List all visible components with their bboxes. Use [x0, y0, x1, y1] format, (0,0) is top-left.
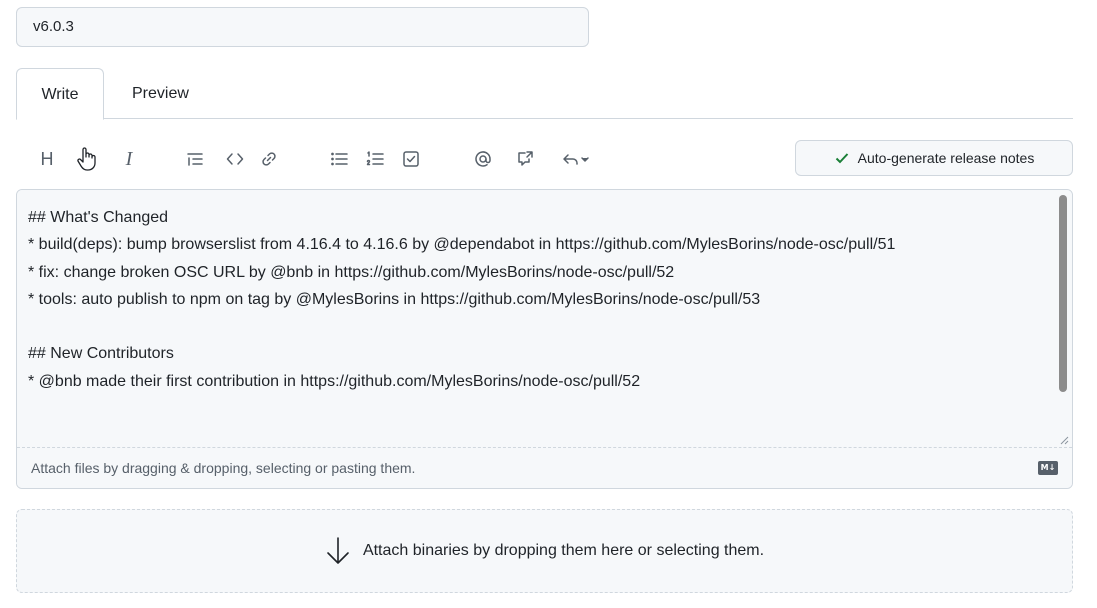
quote-icon	[187, 153, 203, 166]
link-button[interactable]	[256, 146, 282, 172]
arrow-down-icon	[327, 537, 349, 564]
release-notes-textarea[interactable]: ## What's Changed * build(deps): bump br…	[17, 190, 1057, 448]
markdown-toolbar: H I Auto-generate release notes	[16, 138, 1073, 180]
ordered-list-button[interactable]	[362, 146, 388, 172]
list-ordered-icon	[366, 151, 384, 166]
scrollbar[interactable]	[1055, 190, 1072, 448]
attach-files-footer[interactable]: Attach files by dragging & dropping, sel…	[17, 447, 1072, 488]
tab-write[interactable]: Write	[16, 68, 104, 120]
mention-button[interactable]	[470, 146, 496, 172]
unordered-list-button[interactable]	[326, 146, 352, 172]
heading-button[interactable]: H	[34, 146, 60, 172]
mention-icon	[475, 151, 491, 167]
list-unordered-icon	[331, 152, 348, 166]
code-button[interactable]	[222, 146, 248, 172]
saved-replies-button[interactable]	[554, 146, 598, 172]
editor-tabs: Write Preview	[16, 68, 1073, 120]
quote-button[interactable]	[182, 146, 208, 172]
reply-icon	[563, 154, 589, 165]
cross-reference-icon	[518, 151, 533, 166]
code-icon	[226, 153, 244, 165]
attach-files-text: Attach files by dragging & dropping, sel…	[31, 460, 416, 476]
link-icon	[262, 152, 276, 166]
dropzone-label: Attach binaries by dropping them here or…	[362, 542, 765, 559]
task-list-button[interactable]	[398, 146, 424, 172]
auto-generate-release-notes-button[interactable]: Auto-generate release notes	[795, 140, 1073, 176]
scrollbar-thumb[interactable]	[1059, 195, 1067, 392]
bold-button[interactable]	[74, 146, 100, 172]
italic-button[interactable]: I	[116, 146, 142, 172]
markdown-icon[interactable]: M↓	[1038, 461, 1058, 475]
auto-generate-label: Auto-generate release notes	[857, 150, 1035, 166]
resize-grip-icon[interactable]	[1059, 435, 1069, 445]
tasklist-icon	[403, 151, 419, 167]
binaries-dropzone[interactable]: Attach binaries by dropping them here or…	[16, 509, 1073, 593]
check-icon	[835, 153, 848, 164]
cross-reference-button[interactable]	[512, 146, 538, 172]
tab-preview[interactable]: Preview	[132, 68, 189, 120]
release-notes-editor[interactable]: ## What's Changed * build(deps): bump br…	[16, 189, 1073, 489]
release-title-input[interactable]: v6.0.3	[16, 7, 589, 47]
heading-icon: H	[40, 148, 54, 169]
italic-icon: I	[125, 147, 133, 170]
